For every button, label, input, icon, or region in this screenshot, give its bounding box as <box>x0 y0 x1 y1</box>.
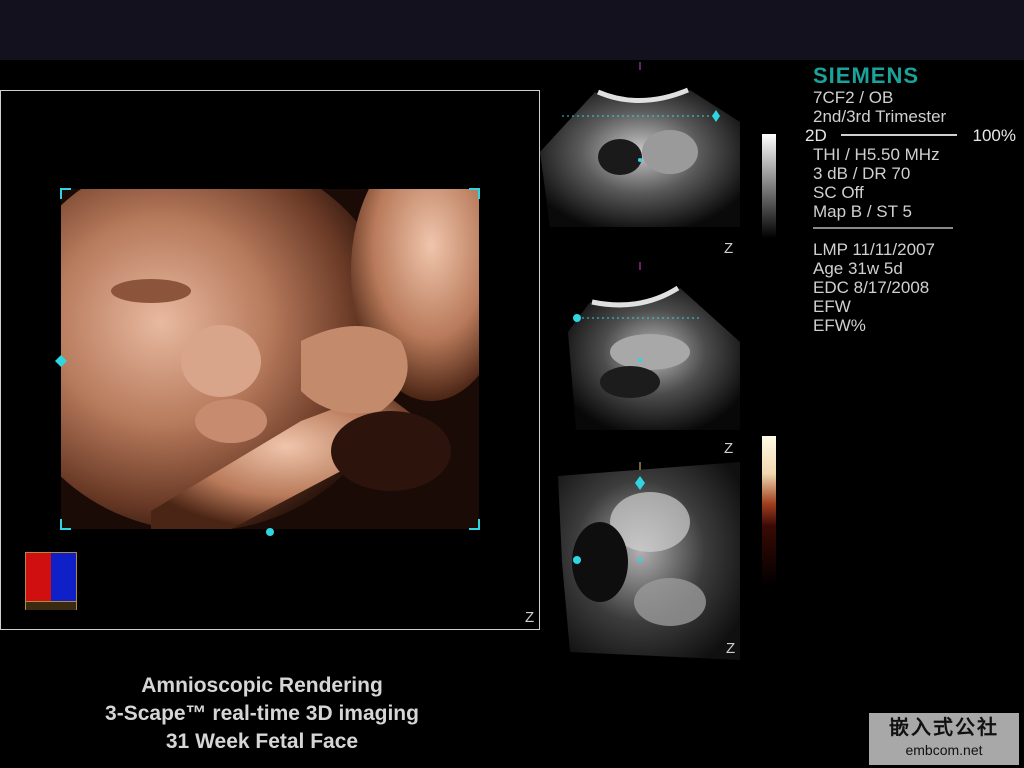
sc-label: SC Off <box>813 183 864 202</box>
mpr-pane-b[interactable]: Z <box>540 262 740 462</box>
top-bar <box>0 0 1024 60</box>
rendering-viewport[interactable]: Z <box>0 90 540 630</box>
z-orientation-icon: Z <box>724 240 734 257</box>
mpr-pane-a[interactable]: Z <box>540 62 740 262</box>
panel-divider <box>813 227 953 229</box>
patient-info: LMP 11/11/2007 Age 31w 5d EDC 8/17/2008 … <box>813 240 935 335</box>
z-orientation-icon: Z <box>724 440 734 457</box>
grayscale-map-bar <box>762 134 776 238</box>
edc-label: EDC 8/17/2008 <box>813 278 930 297</box>
thi-label: THI / H5.50 MHz <box>813 145 940 164</box>
image-caption: Amnioscopic Rendering 3-Scape™ real-time… <box>60 672 464 756</box>
transducer-label: 7CF2 / OB <box>813 88 894 107</box>
dynamic-range-label: 3 dB / DR 70 <box>813 164 911 183</box>
mpr-image-a <box>540 62 740 227</box>
caption-line-1: Amnioscopic Rendering <box>141 674 383 697</box>
brand-logo: SIEMENS <box>813 63 920 88</box>
watermark-url: embcom.net <box>905 742 983 758</box>
gain-line <box>841 134 957 136</box>
color-map-swatch-icon <box>25 552 77 610</box>
gain-value: 100% <box>972 126 1016 145</box>
watermark: 嵌入式公社 embcom.net <box>869 713 1019 765</box>
watermark-title: 嵌入式公社 <box>889 715 999 739</box>
gain-indicator: 2D 100% <box>805 126 1020 145</box>
map-label: Map B / ST 5 <box>813 202 912 221</box>
caption-line-3: 31 Week Fetal Face <box>165 730 359 753</box>
mpr-image-b <box>568 262 740 430</box>
efw-label: EFW <box>813 297 851 316</box>
fetal-face-rendering <box>55 188 480 536</box>
scan-parameters-panel: SIEMENS 7CF2 / OB 2nd/3rd Trimester <box>813 63 1018 127</box>
z-orientation-icon: Z <box>525 609 535 626</box>
imaging-settings: THI / H5.50 MHz 3 dB / DR 70 SC Off Map … <box>813 145 1018 221</box>
tint-map-bar <box>762 436 776 586</box>
mpr-image-c <box>558 462 740 660</box>
lmp-label: LMP 11/11/2007 <box>813 240 935 259</box>
mpr-pane-c[interactable]: Z <box>540 462 740 662</box>
mode-label: 2D <box>805 126 827 145</box>
z-orientation-icon: Z <box>726 640 736 657</box>
caption-line-2: 3-Scape™ real-time 3D imaging <box>105 702 419 725</box>
preset-label: 2nd/3rd Trimester <box>813 107 947 126</box>
efw-percent-label: EFW% <box>813 316 866 335</box>
age-label: Age 31w 5d <box>813 259 903 278</box>
